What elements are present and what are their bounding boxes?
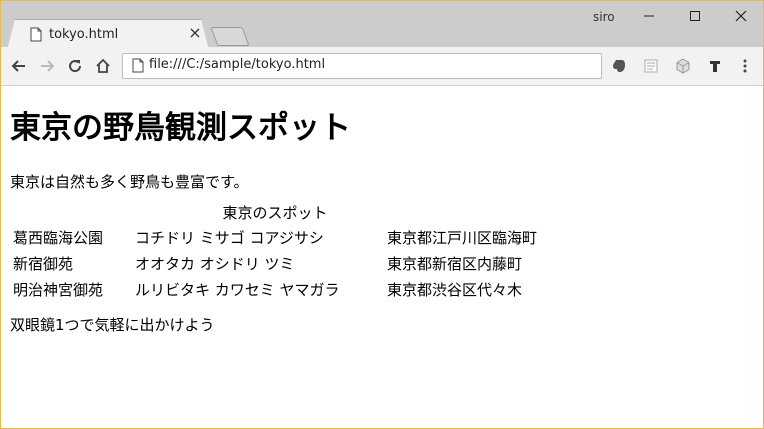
reload-icon [69, 60, 82, 73]
table-cell-place: 明治神宮御苑 [13, 280, 104, 299]
profile-name[interactable]: siro [593, 10, 615, 24]
minimize-icon [644, 15, 654, 17]
home-button[interactable] [93, 56, 113, 76]
close-icon [735, 10, 747, 22]
browser-window: tokyo.html × siro file:///C:/sample/toky… [0, 0, 764, 429]
table-cell-place: 葛西臨海公園 [13, 228, 104, 247]
home-icon [96, 58, 110, 73]
close-window-button[interactable] [718, 1, 763, 31]
t-icon [710, 61, 720, 72]
forward-button[interactable] [37, 56, 57, 76]
page-content: 東京の野鳥観測スポット 東京は自然も多く野鳥も豊富です。 東京のスポット 葛西臨… [1, 86, 763, 428]
table-caption: 東京のスポット [222, 204, 328, 222]
table-cell-address: 東京都江戸川区臨海町 [387, 228, 538, 247]
arrow-left-icon [11, 60, 25, 72]
page-heading: 東京の野鳥観測スポット [10, 110, 351, 146]
address-url: file:///C:/sample/tokyo.html [149, 57, 326, 72]
spots-table: 東京のスポット 葛西臨海公園 コチドリ ミサゴ コアジサシ 東京都江戸川区臨海町… [10, 203, 540, 303]
page-icon [30, 27, 42, 42]
reader-extension-button[interactable] [641, 56, 661, 76]
tab-title: tokyo.html [49, 27, 119, 42]
back-button[interactable] [9, 56, 29, 76]
table-row: 葛西臨海公園 コチドリ ミサゴ コアジサシ 東京都江戸川区臨海町 [12, 225, 538, 249]
title-bar: tokyo.html × siro [1, 1, 763, 50]
evernote-icon [613, 60, 625, 72]
new-tab-button[interactable] [210, 27, 250, 46]
address-bar[interactable]: file:///C:/sample/tokyo.html [122, 53, 602, 79]
minimize-button[interactable] [626, 1, 672, 31]
table-cell-place: 新宿御苑 [13, 254, 74, 273]
t-extension-button[interactable] [705, 56, 725, 76]
tab-close-icon[interactable]: × [186, 24, 204, 42]
browser-toolbar: file:///C:/sample/tokyo.html [1, 47, 763, 86]
reload-button[interactable] [65, 56, 85, 76]
tab-tokyo[interactable]: tokyo.html × [7, 19, 209, 50]
intro-text: 東京は自然も多く野鳥も豊富です。 [10, 173, 249, 191]
menu-button[interactable] [735, 56, 755, 76]
arrow-right-icon [41, 60, 55, 72]
maximize-button[interactable] [672, 1, 718, 31]
table-cell-birds: コチドリ ミサゴ コアジサシ [135, 228, 324, 247]
table-cell-address: 東京都新宿区内藤町 [387, 254, 523, 273]
table-row: 新宿御苑 オオタカ オシドリ ツミ 東京都新宿区内藤町 [12, 251, 538, 275]
cube-icon [676, 58, 690, 74]
table-cell-address: 東京都渋谷区代々木 [387, 280, 523, 299]
table-cell-birds: オオタカ オシドリ ツミ [135, 254, 295, 273]
cube-extension-button[interactable] [673, 56, 693, 76]
reader-icon [644, 59, 658, 73]
outro-text: 双眼鏡1つで気軽に出かけよう [10, 316, 215, 334]
table-cell-birds: ルリビタキ カワセミ ヤマガラ [135, 280, 340, 299]
page-icon [132, 58, 144, 73]
table-row: 明治神宮御苑 ルリビタキ カワセミ ヤマガラ 東京都渋谷区代々木 [12, 277, 538, 301]
kebab-menu-icon [743, 59, 747, 73]
evernote-extension-button[interactable] [609, 56, 629, 76]
maximize-icon [690, 11, 700, 21]
